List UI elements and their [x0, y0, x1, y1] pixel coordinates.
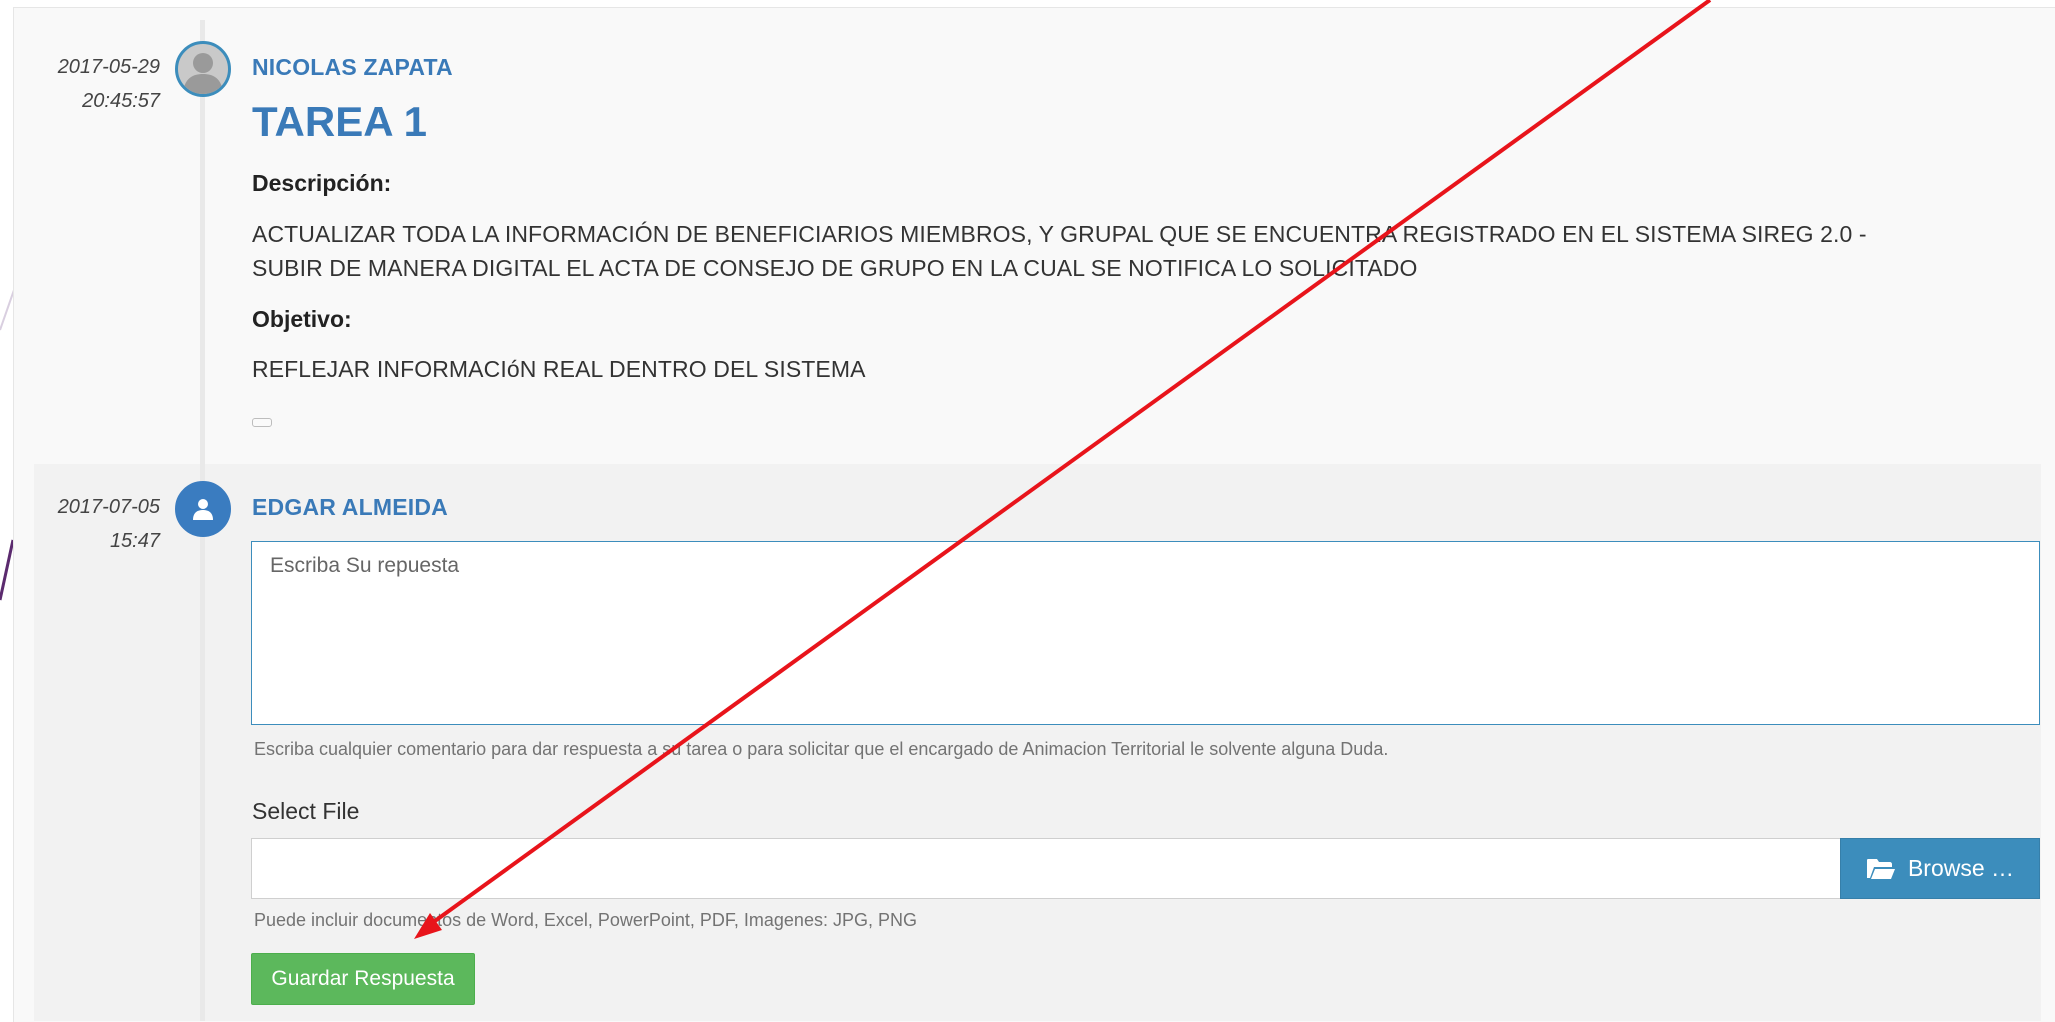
- description-line: ACTUALIZAR TODA LA INFORMACIÓN DE BENEFI…: [252, 221, 1867, 247]
- reply-time: 15:47: [109, 530, 160, 552]
- browse-button[interactable]: Browse …: [1840, 838, 2040, 899]
- browse-button-label: Browse …: [1907, 855, 2015, 881]
- select-file-label: Select File: [252, 798, 360, 824]
- task-title: TAREA 1: [252, 98, 428, 145]
- objective-label: Objetivo:: [252, 306, 352, 332]
- user-icon: [175, 481, 231, 537]
- reply-help-text: Escriba cualquier comentario para dar re…: [254, 739, 1389, 759]
- attachment-placeholder: [252, 418, 272, 427]
- entry-date: 2017-05-29: [57, 56, 160, 78]
- reply-textarea[interactable]: [251, 541, 2040, 725]
- description-line: SUBIR DE MANERA DIGITAL EL ACTA DE CONSE…: [252, 255, 1418, 281]
- description-text: ACTUALIZAR TODA LA INFORMACIÓN DE BENEFI…: [252, 217, 1867, 285]
- reply-timestamp: 2017-07-05 15:47: [30, 490, 160, 558]
- file-path-input[interactable]: [251, 838, 1841, 899]
- reply-date: 2017-07-05: [57, 496, 160, 518]
- save-reply-button[interactable]: Guardar Respuesta: [251, 953, 475, 1005]
- reply-author-name: EDGAR ALMEIDA: [252, 494, 448, 520]
- description-label: Descripción:: [252, 170, 392, 196]
- author-name: NICOLAS ZAPATA: [252, 54, 453, 80]
- user-silhouette-icon: [175, 41, 231, 97]
- objective-text: REFLEJAR INFORMACIóN REAL DENTRO DEL SIS…: [252, 356, 866, 382]
- entry-time: 20:45:57: [82, 90, 160, 112]
- entry-timestamp: 2017-05-29 20:45:57: [30, 50, 160, 118]
- folder-open-icon: [1866, 858, 1895, 879]
- file-help-text: Puede incluir documentos de Word, Excel,…: [254, 910, 917, 930]
